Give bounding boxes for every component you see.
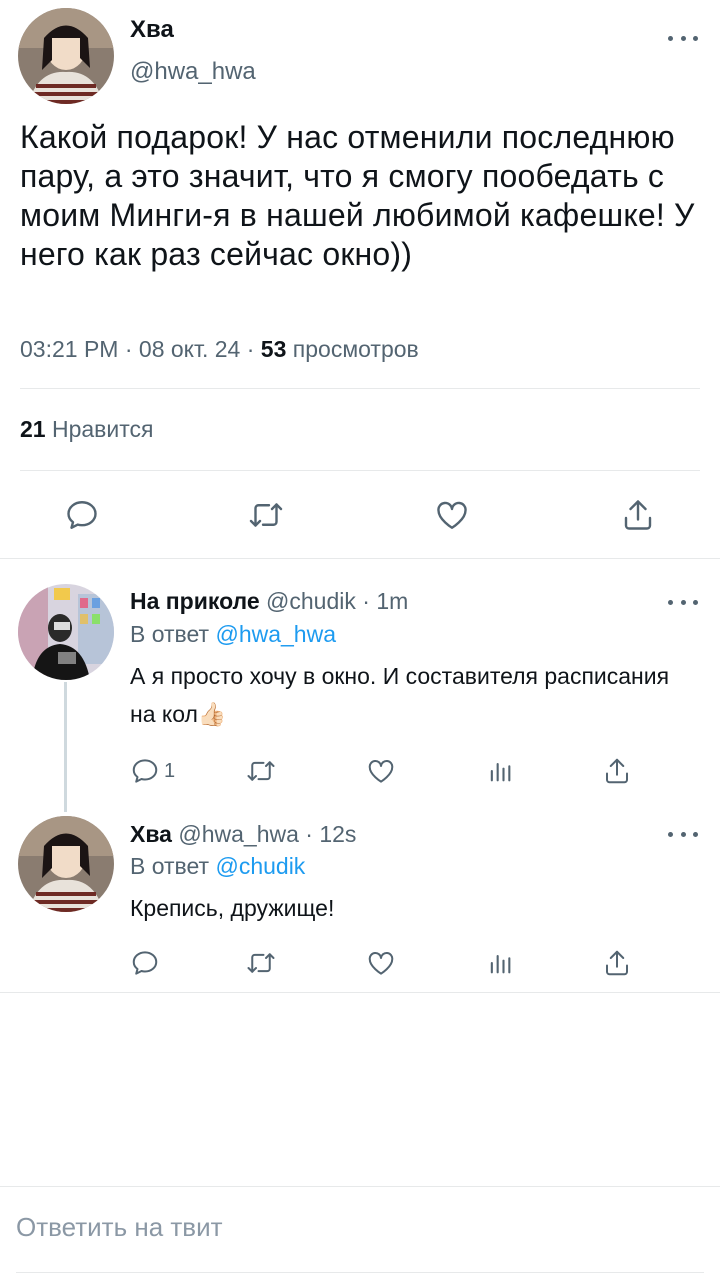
like-button[interactable] — [434, 497, 470, 533]
divider — [20, 388, 700, 389]
reply-author-name[interactable]: На приколе — [130, 588, 260, 614]
retweet-icon — [246, 948, 276, 978]
tweet-text: Какой подарок! У нас отменили последнюю … — [20, 119, 695, 272]
like-button[interactable] — [366, 948, 396, 978]
reply-count: 1 — [164, 759, 176, 782]
reply-to: В ответ @hwa_hwa — [130, 621, 336, 648]
reply-header: На приколе @chudik · 1m — [130, 588, 408, 615]
like-button[interactable] — [366, 756, 396, 786]
reply-header: Хва @hwa_hwa · 12s — [130, 821, 356, 848]
meta-separator: · — [362, 588, 370, 614]
reply-icon — [130, 756, 160, 786]
reply-to-handle[interactable]: @hwa_hwa — [215, 621, 336, 647]
tweet-time: 03:21 PM — [20, 336, 119, 362]
retweet-icon — [246, 756, 276, 786]
like-icon — [366, 948, 396, 978]
reply-icon — [130, 948, 160, 978]
reply-text: А я просто хочу в окно. И составителя ра… — [130, 663, 670, 727]
author-name[interactable]: Хва — [130, 16, 174, 44]
views-icon — [486, 756, 514, 786]
divider — [0, 558, 720, 559]
author-handle[interactable]: @hwa_hwa — [130, 58, 256, 86]
more-icon[interactable] — [668, 28, 698, 48]
reply-button[interactable]: 1 — [130, 756, 175, 786]
reply-to: В ответ @chudik — [130, 853, 305, 880]
views-count: 53 — [260, 336, 287, 362]
reply-text: Крепись, дружище! — [130, 895, 335, 921]
avatar[interactable] — [18, 584, 114, 680]
reply-icon — [64, 497, 100, 533]
views-button[interactable] — [486, 948, 514, 978]
share-button[interactable] — [602, 948, 632, 978]
views-button[interactable] — [486, 756, 514, 786]
divider — [16, 1272, 704, 1273]
likes-count: 21 — [20, 416, 46, 442]
share-button[interactable] — [602, 756, 632, 786]
reply-button[interactable] — [130, 948, 164, 978]
reply-to-handle[interactable]: @chudik — [215, 853, 305, 879]
reply-time: 1m — [376, 588, 409, 614]
divider — [0, 992, 720, 993]
reply-author-name[interactable]: Хва — [130, 821, 172, 847]
reply-author-handle[interactable]: @chudik — [266, 588, 356, 614]
reply-input[interactable]: Ответить на твит — [16, 1212, 223, 1243]
reply-time: 12s — [319, 821, 357, 847]
divider — [0, 1186, 720, 1187]
likes-label: Нравится — [51, 416, 154, 442]
retweet-icon — [248, 497, 284, 533]
avatar[interactable] — [18, 8, 114, 104]
likes-summary[interactable]: 21 Нравится — [20, 416, 153, 443]
share-button[interactable] — [620, 497, 656, 533]
avatar-image — [18, 8, 114, 104]
avatar[interactable] — [18, 816, 114, 912]
retweet-button[interactable] — [246, 756, 276, 786]
like-icon — [366, 756, 396, 786]
meta-separator: · — [124, 336, 133, 362]
share-icon — [620, 497, 656, 533]
share-icon — [602, 756, 632, 786]
more-icon[interactable] — [668, 824, 698, 844]
views-label: просмотров — [292, 336, 419, 362]
reply-author-handle[interactable]: @hwa_hwa — [178, 821, 299, 847]
views-icon — [486, 948, 514, 978]
reply-to-label: В ответ — [130, 621, 210, 647]
avatar-image — [18, 816, 114, 912]
avatar-image — [18, 584, 114, 680]
retweet-button[interactable] — [248, 497, 284, 533]
meta-separator: · — [305, 821, 313, 847]
like-icon — [434, 497, 470, 533]
thread-line — [64, 682, 67, 812]
reply-to-label: В ответ — [130, 853, 210, 879]
reply-button[interactable] — [64, 497, 100, 533]
retweet-button[interactable] — [246, 948, 276, 978]
tweet-date: 08 окт. 24 — [138, 336, 241, 362]
more-icon[interactable] — [668, 592, 698, 612]
share-icon — [602, 948, 632, 978]
meta-separator: · — [246, 336, 255, 362]
tweet-meta: 03:21 PM · 08 окт. 24 · 53 просмотров — [20, 336, 419, 363]
divider — [20, 470, 700, 471]
